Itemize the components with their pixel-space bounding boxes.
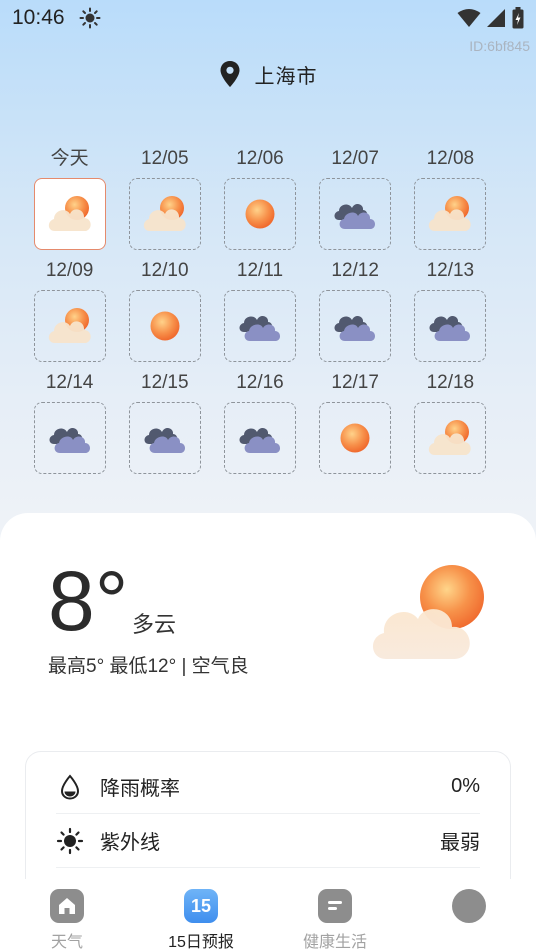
- status-time: 10:46: [12, 6, 65, 29]
- forecast-date: 今天: [50, 148, 89, 169]
- forecast-date: 12/17: [331, 372, 379, 393]
- forecast-date: 12/05: [141, 148, 189, 169]
- forecast-day-button[interactable]: [128, 402, 201, 474]
- forecast-day[interactable]: 12/18: [403, 370, 498, 474]
- cloudy-icon: [334, 315, 376, 341]
- forecast-day[interactable]: 12/15: [117, 370, 212, 474]
- sunny-icon: [340, 423, 370, 453]
- partly-cloudy-icon: [372, 565, 484, 659]
- sunny-icon: [245, 199, 275, 229]
- current-temperature: 8°: [48, 554, 129, 648]
- forecast-day[interactable]: 12/16: [212, 370, 307, 474]
- forecast-day-button[interactable]: [33, 290, 106, 362]
- current-weather-card: 8° 多云 最高5° 最低12° | 空气良 降雨概率 0% 紫外线 最弱: [0, 513, 536, 913]
- nav-profile[interactable]: [402, 879, 536, 952]
- temperature-range-air-quality: 最高5° 最低12° | 空气良: [48, 656, 249, 677]
- forecast-day[interactable]: 12/07: [308, 146, 403, 250]
- signal-icon: [487, 9, 505, 27]
- partly-cloudy-icon: [48, 196, 91, 231]
- partly-cloudy-icon: [143, 196, 186, 231]
- forecast-day[interactable]: 12/08: [403, 146, 498, 250]
- forecast-date: 12/14: [45, 372, 94, 393]
- partly-cloudy-icon: [429, 420, 472, 455]
- forecast-date: 12/11: [236, 260, 284, 281]
- cloudy-icon: [239, 315, 280, 341]
- cloudy-icon: [49, 427, 90, 453]
- nav-health-life[interactable]: 健康生活: [268, 879, 402, 952]
- calendar-15-icon: 15: [184, 889, 218, 923]
- uv-index-row: 紫外线 最弱: [56, 814, 480, 868]
- forecast-day-button[interactable]: [319, 178, 392, 250]
- forecast-day[interactable]: 12/17: [308, 370, 403, 474]
- forecast-date: 12/13: [426, 260, 475, 281]
- forecast-date: 12/08: [426, 148, 475, 169]
- nav-health-label: 健康生活: [302, 934, 367, 951]
- cloudy-icon: [334, 203, 376, 229]
- forecast-day-button[interactable]: [319, 402, 392, 474]
- forecast-day[interactable]: 12/06: [212, 146, 307, 250]
- forecast-day[interactable]: 12/14: [22, 370, 117, 474]
- status-bar: 10:46: [0, 0, 536, 38]
- forecast-day-button[interactable]: [414, 178, 487, 250]
- location-pin-icon: [220, 61, 239, 87]
- sun-icon: [56, 827, 84, 854]
- forecast-day[interactable]: 12/10: [117, 258, 212, 362]
- forecast-day-button[interactable]: [223, 290, 296, 362]
- forecast-date: 12/06: [236, 148, 284, 169]
- wifi-icon: [457, 9, 481, 27]
- current-condition: 多云: [132, 612, 177, 637]
- forecast-date: 12/18: [426, 372, 475, 393]
- forecast-day[interactable]: 12/12: [308, 258, 403, 362]
- forecast-day[interactable]: 12/13: [403, 258, 498, 362]
- forecast-date: 12/07: [331, 148, 379, 169]
- forecast-date: 12/12: [331, 260, 379, 281]
- rain-probability-value: 0%: [451, 775, 480, 797]
- partly-cloudy-icon: [429, 196, 472, 231]
- nav-weather[interactable]: 天气: [0, 879, 134, 952]
- nav-forecast-label: 15日预报: [168, 934, 234, 951]
- forecast-date: 12/15: [141, 372, 189, 393]
- forecast-date: 12/16: [236, 372, 284, 393]
- home-icon: [50, 889, 84, 923]
- forecast-day-button[interactable]: [33, 402, 106, 474]
- forecast-date: 12/10: [141, 260, 189, 281]
- forecast-date: 12/09: [45, 260, 94, 281]
- forecast-day-button[interactable]: [223, 402, 296, 474]
- cloudy-icon: [144, 427, 185, 453]
- forecast-day[interactable]: 12/09: [22, 258, 117, 362]
- nav-weather-label: 天气: [50, 934, 83, 951]
- uv-value: 最弱: [440, 832, 480, 854]
- forecast-grid: 今天 12/05 12/06 12/07 12/08 12/09 12/10 12/11 12/…: [22, 146, 518, 474]
- forecast-day[interactable]: 12/11: [212, 258, 307, 362]
- profile-circle-icon: [452, 889, 486, 923]
- rain-probability-label: 降雨概率: [100, 778, 180, 800]
- forecast-day[interactable]: 今天: [22, 146, 117, 250]
- forecast-day-button[interactable]: [319, 290, 392, 362]
- raindrop-icon: [60, 773, 80, 800]
- cloudy-icon: [239, 427, 280, 453]
- uv-label: 紫外线: [100, 832, 160, 854]
- forecast-day[interactable]: 12/05: [117, 146, 212, 250]
- bottom-nav: 天气 15 15日预报 健康生活: [0, 879, 536, 952]
- notes-icon: [318, 889, 352, 923]
- partly-cloudy-icon: [48, 308, 91, 343]
- city-name: 上海市: [254, 65, 318, 88]
- forecast-day-button[interactable]: [128, 178, 201, 250]
- sun-status-icon: [79, 7, 101, 29]
- sunny-icon: [150, 311, 180, 341]
- nav-15-day-forecast[interactable]: 15 15日预报: [134, 879, 268, 952]
- forecast-day-button[interactable]: [414, 290, 487, 362]
- forecast-day-button[interactable]: [128, 290, 201, 362]
- forecast-day-button[interactable]: [223, 178, 296, 250]
- page-id: ID:6bf845: [469, 38, 530, 54]
- forecast-day-button[interactable]: [33, 178, 106, 250]
- battery-icon: [512, 7, 524, 29]
- rain-probability-row: 降雨概率 0%: [56, 760, 480, 814]
- forecast-badge-number: 15: [190, 895, 212, 916]
- location-header[interactable]: 上海市: [0, 58, 536, 90]
- cloudy-icon: [429, 315, 471, 341]
- forecast-day-button[interactable]: [414, 402, 487, 474]
